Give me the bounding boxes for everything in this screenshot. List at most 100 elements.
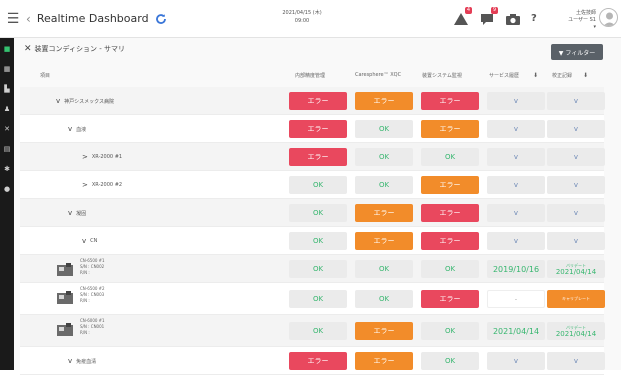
calibration-status[interactable]: キャリブレート <box>547 290 605 308</box>
row-name: > XR-2000 #1 <box>82 149 122 165</box>
calibration-date: 2021/04/14 <box>555 330 597 338</box>
chevron-right-icon[interactable]: > <box>82 181 88 189</box>
dashboard-icon[interactable]: ■ <box>2 44 12 54</box>
system-status: OK <box>421 148 479 166</box>
factory-icon[interactable]: ▙ <box>2 84 12 94</box>
analyzer-icon <box>57 291 73 304</box>
row-label: 免疫血清 <box>76 358 97 365</box>
chevron-down-icon[interactable]: v <box>82 237 86 245</box>
service-status: - <box>487 290 545 308</box>
camera-icon[interactable] <box>505 11 521 25</box>
document-icon[interactable]: ▤ <box>2 144 12 154</box>
column-header-system: 装置システム監視 <box>422 73 462 79</box>
calendar-icon[interactable]: ▦ <box>2 64 12 74</box>
calibration-dropdown[interactable]: v <box>547 92 605 110</box>
chevron-down-icon[interactable]: v <box>68 125 72 133</box>
system-status: エラー <box>421 176 479 194</box>
service-dropdown[interactable]: v <box>487 204 545 222</box>
alert-icon[interactable]: 4 <box>453 7 472 25</box>
row-name: > XR-2000 #2 <box>82 177 122 193</box>
system-status: エラー <box>421 92 479 110</box>
row-label: XR-2000 #2 <box>91 182 123 188</box>
internal-status: エラー <box>289 120 347 138</box>
service-dropdown[interactable]: v <box>487 352 545 370</box>
chevron-left-icon[interactable]: ‹ <box>26 12 31 26</box>
row-label: CN <box>90 238 98 244</box>
caresphere-status: OK <box>355 120 413 138</box>
user-name-1: 土佐技師 <box>575 10 596 16</box>
service-status: 2019/10/16 <box>487 260 545 278</box>
internal-status: OK <box>289 204 347 222</box>
service-dropdown[interactable]: v <box>487 176 545 194</box>
caresphere-status: OK <box>355 260 413 278</box>
system-status: エラー <box>421 120 479 138</box>
chevron-right-icon[interactable]: > <box>82 153 88 161</box>
calibration-dropdown[interactable]: v <box>547 204 605 222</box>
row-name: v CN <box>82 233 97 249</box>
column-header-service[interactable]: サービス履歴 <box>489 72 519 79</box>
user-block[interactable]: 土佐技師 ユーザー S1 ▾ <box>566 10 596 31</box>
person-icon[interactable]: ♟ <box>2 104 12 114</box>
row-name: v 免疫血清 <box>68 353 96 369</box>
date-text: 2021/04/15 (木) <box>282 10 322 16</box>
row-label: 凝固 <box>76 210 87 217</box>
internal-status: OK <box>289 290 347 308</box>
row-label: 神戸シスメックス病院 <box>64 98 115 105</box>
system-status: エラー <box>421 232 479 250</box>
service-status: 2021/04/14 <box>487 322 545 340</box>
caresphere-status: エラー <box>355 322 413 340</box>
internal-status: OK <box>289 322 347 340</box>
column-header-calibration[interactable]: 校正記録 <box>552 72 572 79</box>
caresphere-status: OK <box>355 148 413 166</box>
refresh-icon[interactable] <box>155 13 167 25</box>
service-dropdown[interactable]: v <box>487 120 545 138</box>
tools-icon[interactable]: ✕ <box>2 124 12 134</box>
message-badge: 9 <box>490 7 498 14</box>
chevron-down-icon[interactable]: v <box>68 357 72 365</box>
internal-status: OK <box>289 232 347 250</box>
calibration-dropdown[interactable]: v <box>547 120 605 138</box>
column-header-item: 項目 <box>40 73 51 79</box>
row-label: XR-2000 #1 <box>91 154 123 160</box>
device-rn: R/N : <box>80 330 90 335</box>
help-icon[interactable]: ? <box>531 13 537 24</box>
caresphere-status: エラー <box>355 92 413 110</box>
top-icons: 4 9 ? <box>453 7 549 25</box>
analyzer-icon <box>57 263 73 276</box>
calibration-dropdown[interactable]: v <box>547 352 605 370</box>
internal-status: エラー <box>289 148 347 166</box>
analyzer-icon <box>57 323 73 336</box>
calibration-dropdown[interactable]: v <box>547 176 605 194</box>
section-header: ✕ 装置コンディション - サマリ <box>24 44 125 54</box>
message-icon[interactable]: 9 <box>479 7 498 25</box>
calibration-status: バリデート 2021/04/14 <box>547 322 605 340</box>
chevron-down-icon[interactable]: v <box>56 97 60 105</box>
calibration-date: 2021/04/14 <box>555 268 597 276</box>
calibration-dropdown[interactable]: v <box>547 148 605 166</box>
date-time: 2021/04/15 (木) 09:00 <box>276 9 328 25</box>
tools-icon: ✕ <box>24 44 32 54</box>
service-dropdown[interactable]: v <box>487 148 545 166</box>
caresphere-status: エラー <box>355 232 413 250</box>
user-icon[interactable]: ● <box>2 184 12 194</box>
user-name-2: ユーザー S1 ▾ <box>568 17 596 30</box>
row-name: CN-6500 #2 S/N : CN003 R/N : <box>80 286 105 306</box>
filter-button[interactable]: ▼ フィルター <box>551 44 603 60</box>
internal-status: エラー <box>289 352 347 370</box>
download-icon[interactable]: ⬇ <box>583 72 588 79</box>
calibration-dropdown[interactable]: v <box>547 232 605 250</box>
caresphere-status: エラー <box>355 204 413 222</box>
service-dropdown[interactable]: v <box>487 92 545 110</box>
internal-status: OK <box>289 260 347 278</box>
app-title: Realtime Dashboard <box>36 12 149 25</box>
download-icon[interactable]: ⬇ <box>533 72 538 79</box>
internal-status: エラー <box>289 92 347 110</box>
chevron-down-icon[interactable]: v <box>68 209 72 217</box>
user-avatar-icon[interactable] <box>599 8 618 27</box>
service-dropdown[interactable]: v <box>487 232 545 250</box>
menu-icon[interactable]: ☰ <box>2 11 24 27</box>
caresphere-status: エラー <box>355 352 413 370</box>
settings-icon[interactable]: ✱ <box>2 164 12 174</box>
row-name: v 血液 <box>68 121 86 137</box>
system-status: OK <box>421 352 479 370</box>
